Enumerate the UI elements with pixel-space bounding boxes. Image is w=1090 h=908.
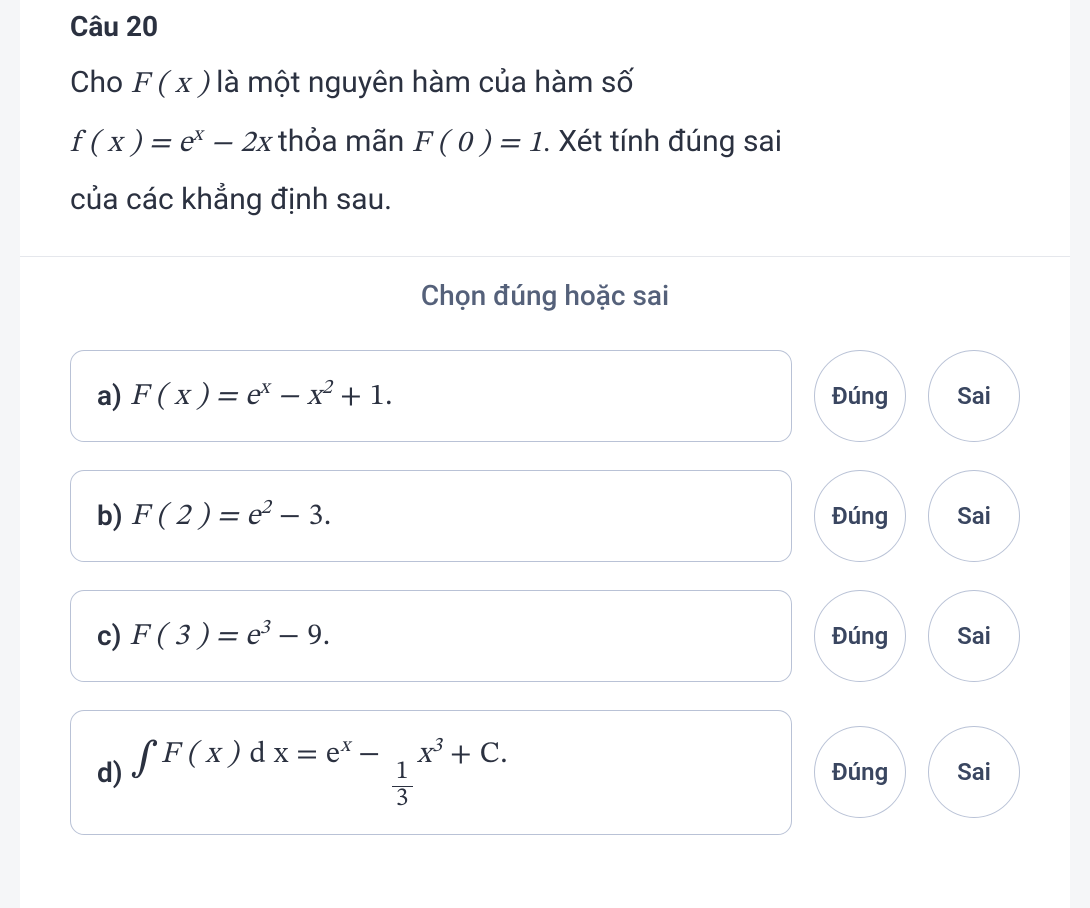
option-a-tail: + 1. [333, 382, 393, 412]
prompt-fx-eq: f ( x ) = e [70, 129, 193, 159]
option-d-tail: + C. [442, 740, 508, 770]
prompt-line1-post: là một nguyên hàm của hàm số [209, 65, 634, 100]
option-d-false-button[interactable]: Sai [928, 726, 1020, 818]
option-a-choices: Đúng Sai [814, 350, 1020, 442]
option-d-cube: 3 [432, 735, 443, 756]
option-a-true-button[interactable]: Đúng [814, 350, 906, 442]
option-c-label: c) [97, 619, 121, 652]
option-a-label: a) [97, 379, 122, 412]
prompt-pre: Cho [70, 65, 131, 100]
option-a-box: a) F ( x ) = ex − x2 + 1. [70, 350, 792, 442]
option-d-expr: ∫F ( x )d x = ex − 13x3 + C. [131, 733, 509, 813]
option-a-sq: 2 [322, 377, 333, 398]
option-c-pre: F ( 3 ) = e [129, 622, 259, 652]
option-d-Fx: F ( x ) [161, 740, 239, 770]
question-number: Câu 20 [70, 10, 1020, 43]
option-b-box: b) F ( 2 ) = e2 − 3. [70, 470, 792, 562]
option-row-c: c) F ( 3 ) = e3 − 9. Đúng Sai [70, 590, 1020, 682]
option-c-choices: Đúng Sai [814, 590, 1020, 682]
prompt-F0: F ( 0 ) = 1 [412, 129, 543, 159]
prompt-mid: thỏa mãn [270, 124, 411, 159]
option-d-frac-num: 1 [392, 760, 413, 786]
question-prompt: Cho F ( x ) là một nguyên hàm của hàm số… [70, 55, 1020, 228]
option-d-true-button[interactable]: Đúng [814, 726, 906, 818]
option-d-choices: Đúng Sai [814, 710, 1020, 836]
prompt-fx-exp: x [193, 123, 203, 144]
option-b-label: b) [97, 499, 123, 532]
option-b-true-button[interactable]: Đúng [814, 470, 906, 562]
option-a-false-button[interactable]: Sai [928, 350, 1020, 442]
option-b-expr: F ( 2 ) = e2 − 3. [131, 495, 332, 536]
option-b-tail: − 3. [271, 502, 331, 532]
option-d-minus: − [351, 740, 388, 770]
option-a-pre: F ( x ) = e [130, 382, 260, 412]
option-c-false-button[interactable]: Sai [928, 590, 1020, 682]
prompt-fx-2x: − 2x [203, 129, 270, 159]
option-a-post: − x [270, 382, 322, 412]
option-d-frac-den: 3 [392, 786, 413, 813]
prompt-fx: f ( x ) = ex − 2x [70, 129, 270, 159]
option-d-fraction: 13 [392, 760, 413, 812]
divider [20, 256, 1070, 257]
option-a-exp: x [260, 377, 270, 398]
integral-icon: ∫ [131, 738, 159, 779]
option-row-d: d) ∫F ( x )d x = ex − 13x3 + C. Đúng Sai [70, 710, 1020, 836]
option-b-choices: Đúng Sai [814, 470, 1020, 562]
option-a-expr: F ( x ) = ex − x2 + 1. [130, 375, 393, 416]
option-d-label: d) [97, 756, 123, 789]
instruction-text: Chọn đúng hoặc sai [70, 279, 1020, 312]
option-row-a: a) F ( x ) = ex − x2 + 1. Đúng Sai [70, 350, 1020, 442]
option-b-exp: 2 [261, 497, 272, 518]
option-c-box: c) F ( 3 ) = e3 − 9. [70, 590, 792, 682]
question-header: Câu 20 Cho F ( x ) là một nguyên hàm của… [70, 0, 1020, 228]
option-c-tail: − 9. [270, 622, 330, 652]
option-d-exp: x [340, 735, 350, 756]
option-c-true-button[interactable]: Đúng [814, 590, 906, 682]
prompt-tail2: . Xét tính đúng sai [543, 124, 782, 159]
option-row-b: b) F ( 2 ) = e2 − 3. Đúng Sai [70, 470, 1020, 562]
option-d-dx: d x = e [250, 740, 341, 770]
option-c-expr: F ( 3 ) = e3 − 9. [129, 615, 330, 656]
prompt-func-Fx: F ( x ) [131, 70, 209, 100]
option-d-x: x [417, 740, 432, 770]
option-c-exp: 3 [260, 617, 271, 638]
question-card: Câu 20 Cho F ( x ) là một nguyên hàm của… [20, 0, 1070, 908]
option-b-pre: F ( 2 ) = e [131, 502, 261, 532]
option-d-box: d) ∫F ( x )d x = ex − 13x3 + C. [70, 710, 792, 836]
prompt-line3: của các khẳng định sau. [70, 182, 392, 217]
option-b-false-button[interactable]: Sai [928, 470, 1020, 562]
